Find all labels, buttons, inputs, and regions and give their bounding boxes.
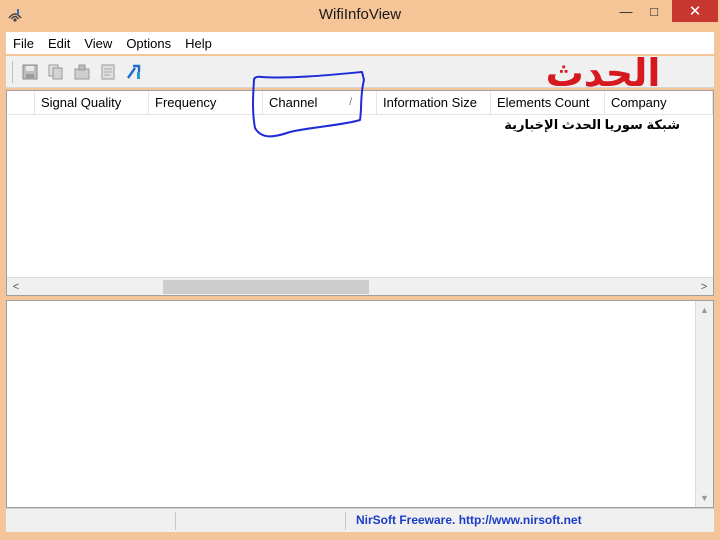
properties-icon [74, 64, 90, 79]
title-bar[interactable]: WifiInfoView — □ ✕ [0, 0, 720, 32]
copy-icon [48, 64, 63, 79]
maximize-button[interactable]: □ [640, 0, 668, 22]
close-button[interactable]: ✕ [672, 0, 718, 22]
column-header-frequency[interactable]: Frequency [149, 91, 263, 115]
toolbar-properties-button[interactable] [71, 61, 93, 83]
horizontal-scrollbar[interactable]: < > [7, 277, 713, 295]
toolbar-separator [12, 60, 13, 83]
watermark-logo-text: الحدث [548, 51, 658, 95]
sort-indicator: / [349, 97, 352, 108]
scroll-left-arrow[interactable]: < [7, 278, 25, 296]
column-header-first[interactable] [7, 91, 35, 115]
horizontal-scroll-thumb[interactable] [163, 280, 369, 294]
nirsoft-link[interactable]: NirSoft Freeware. http://www.nirsoft.net [356, 513, 582, 527]
minimize-button[interactable]: — [612, 0, 640, 22]
column-header-signal-quality[interactable]: Signal Quality [35, 91, 149, 115]
menu-edit[interactable]: Edit [41, 36, 77, 51]
column-header-information-size[interactable]: Information Size [377, 91, 491, 115]
report-icon [101, 64, 115, 79]
app-window: WifiInfoView — □ ✕ File Edit View Option… [0, 0, 720, 540]
scroll-down-arrow[interactable]: ▼ [696, 489, 713, 507]
details-pane[interactable]: ▲ ▼ [6, 300, 714, 508]
toolbar-report-button[interactable] [97, 61, 119, 83]
watermark-caption: شبكة سوريا الحدث الإخبارية [504, 117, 680, 132]
toolbar-exit-button[interactable] [123, 61, 145, 83]
column-label-channel: Channel [269, 95, 318, 110]
status-segment [176, 512, 346, 530]
watermark-logo: الحدث [548, 51, 658, 95]
toolbar-save-button[interactable] [19, 61, 41, 83]
vertical-scrollbar[interactable]: ▲ ▼ [695, 301, 713, 507]
save-icon [22, 64, 38, 79]
menu-file[interactable]: File [6, 36, 41, 51]
menu-help[interactable]: Help [178, 36, 219, 51]
status-bar: NirSoft Freeware. http://www.nirsoft.net [6, 508, 714, 532]
status-segment [6, 512, 176, 530]
column-header-channel[interactable]: Channel / [263, 91, 377, 115]
menu-view[interactable]: View [77, 36, 119, 51]
exit-icon [127, 64, 141, 79]
scroll-up-arrow[interactable]: ▲ [696, 301, 713, 319]
scroll-right-arrow[interactable]: > [695, 278, 713, 296]
toolbar-copy-button[interactable] [45, 61, 67, 83]
menu-options[interactable]: Options [119, 36, 178, 51]
